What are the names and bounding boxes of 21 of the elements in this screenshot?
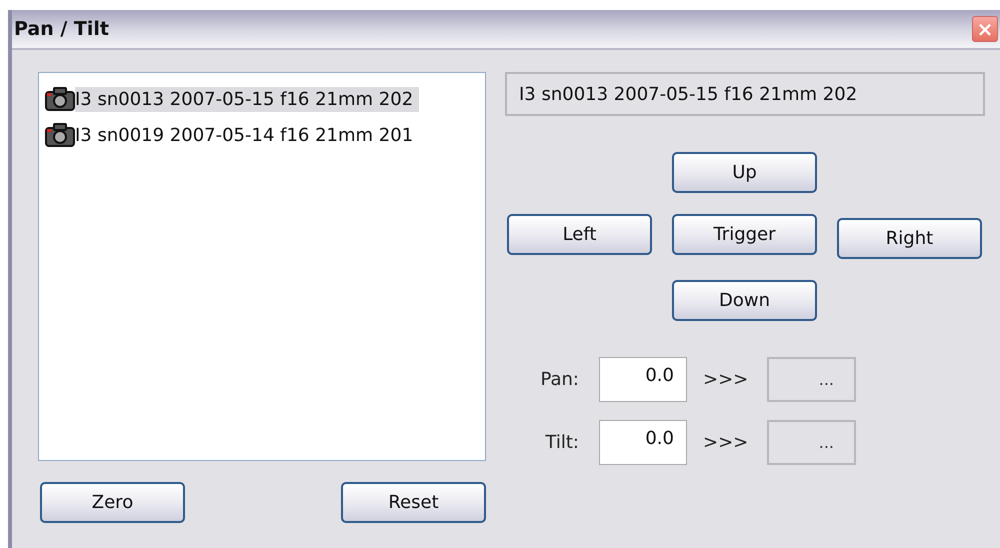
up-button[interactable]: Up — [672, 152, 817, 193]
axis-label: Pan: — [539, 369, 580, 390]
list-item[interactable]: I3 sn0013 2007-05-15 f16 21mm 202 — [75, 86, 420, 112]
axis-input-field[interactable]: 0.0 — [599, 420, 687, 465]
camera-icon — [45, 87, 75, 111]
zero-button[interactable]: Zero — [40, 482, 185, 523]
right-button[interactable]: Right — [837, 218, 982, 259]
left-button[interactable]: Left — [507, 214, 652, 255]
axis-input-field[interactable]: 0.0 — [599, 357, 687, 402]
down-button[interactable]: Down — [672, 280, 817, 321]
list-item[interactable]: I3 sn0019 2007-05-14 f16 21mm 201 — [75, 122, 420, 148]
selected-camera-field: I3 sn0013 2007-05-15 f16 21mm 202 — [505, 72, 985, 116]
axis-label: Tilt: — [544, 432, 580, 453]
readout-field: ... — [767, 420, 856, 465]
reset-button[interactable]: Reset — [341, 482, 486, 523]
arrow-text: >>> — [703, 432, 750, 453]
readout-field: ... — [767, 357, 856, 402]
arrow-text: >>> — [703, 369, 750, 390]
trigger-button[interactable]: Trigger — [672, 214, 817, 255]
camera-icon — [45, 123, 75, 147]
window-title: Pan / Tilt — [14, 18, 109, 40]
